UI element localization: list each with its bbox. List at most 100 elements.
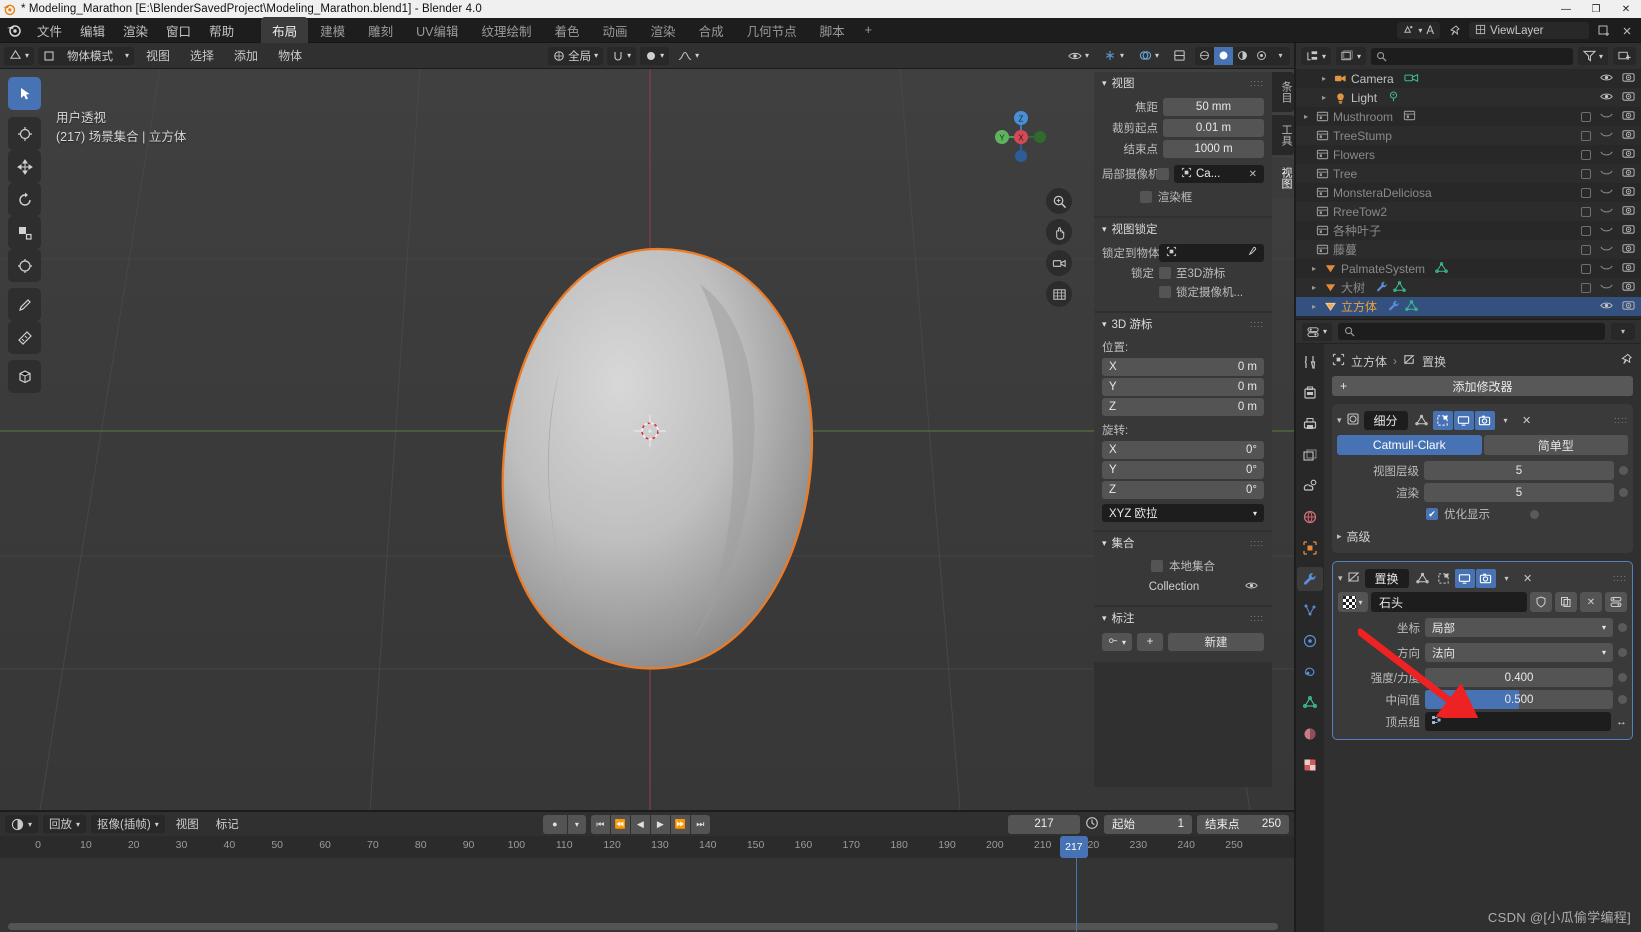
properties-tab-constraints[interactable] <box>1297 660 1323 684</box>
outliner-row-palmatesystem[interactable]: ▸ PalmateSystem <box>1296 259 1641 278</box>
subsurf-advanced-row[interactable]: ▸ 高级 <box>1337 528 1628 545</box>
exclude-collection-checkbox[interactable] <box>1581 130 1591 141</box>
algorithm-catmull-clark[interactable]: Catmull-Clark <box>1337 435 1482 455</box>
shading-mode-segment[interactable]: ▾ <box>1195 46 1290 65</box>
camera-data-icon[interactable] <box>1404 71 1419 87</box>
tool-scale[interactable] <box>8 216 41 249</box>
menu-render[interactable]: 渲染 <box>114 18 157 43</box>
clear-camera-icon[interactable]: ✕ <box>1249 169 1257 180</box>
midlevel-slider[interactable]: 0.500 <box>1425 690 1613 709</box>
tool-transform[interactable] <box>8 249 41 282</box>
disable-in-renders-icon[interactable] <box>1622 261 1635 276</box>
strength-field[interactable]: 0.400 <box>1425 668 1613 687</box>
workspace-tab-geometrynodes[interactable]: 几何节点 <box>736 17 808 44</box>
outliner-row-camera[interactable]: ▸ Camera <box>1296 69 1641 88</box>
collection-visibility-eye-icon[interactable] <box>1245 580 1258 594</box>
chevron-down-icon[interactable]: ▾ <box>1337 415 1342 426</box>
minimize-button[interactable]: — <box>1551 0 1581 18</box>
outliner-row-monsteradeliciosa[interactable]: MonsteraDeliciosa <box>1296 183 1641 202</box>
algorithm-simple[interactable]: 简单型 <box>1483 435 1628 455</box>
collection-data-icon[interactable] <box>1403 109 1416 125</box>
frame-start-field[interactable]: 起始 1 <box>1104 814 1192 834</box>
clip-end-field[interactable]: 1000 m <box>1163 140 1264 158</box>
modifier-delete-icon[interactable]: ✕ <box>1517 411 1537 430</box>
npanel-collections-header[interactable]: ▾ 集合 :::: <box>1094 532 1272 554</box>
mesh-data-icon[interactable] <box>1435 261 1448 277</box>
add-modifier-button[interactable]: + 添加修改器 <box>1332 376 1633 396</box>
disable-in-renders-icon[interactable] <box>1622 71 1635 86</box>
vertex-group-field[interactable] <box>1425 712 1611 731</box>
lock-camera-checkbox[interactable] <box>1159 286 1171 298</box>
outliner-row-大树[interactable]: ▸ 大树 <box>1296 278 1641 297</box>
npanel-annotations-header[interactable]: ▾ 标注 :::: <box>1094 607 1272 629</box>
npanel-view-header[interactable]: ▾ 视图 :::: <box>1094 72 1272 94</box>
hide-in-viewport-icon[interactable] <box>1600 281 1613 295</box>
menu-window[interactable]: 窗口 <box>157 18 200 43</box>
viewport-levels-field[interactable]: 5 <box>1424 461 1614 480</box>
window-controls[interactable]: — ❐ ✕ <box>1551 0 1641 18</box>
annotation-add-icon[interactable]: + <box>1137 633 1163 651</box>
exclude-collection-checkbox[interactable] <box>1581 111 1591 122</box>
outliner-row-light[interactable]: ▸ Light <box>1296 88 1641 107</box>
toggle-perspective-icon[interactable] <box>1046 281 1072 307</box>
disable-in-renders-icon[interactable] <box>1622 299 1635 314</box>
menu-file[interactable]: 文件 <box>28 18 71 43</box>
properties-options-chevron-icon[interactable]: ▾ <box>1611 323 1635 340</box>
properties-tab-scene[interactable] <box>1297 474 1323 498</box>
next-keyframe-icon[interactable]: ⏩ <box>670 814 690 834</box>
shading-solid-icon[interactable] <box>1214 46 1233 65</box>
hide-in-viewport-icon[interactable] <box>1600 110 1613 124</box>
exclude-collection-checkbox[interactable] <box>1581 187 1591 198</box>
workspace-tab-shading[interactable]: 着色 <box>544 17 591 44</box>
gizmo-toggle[interactable]: ▾ <box>1098 47 1129 65</box>
shading-rendered-icon[interactable] <box>1252 47 1271 65</box>
drag-grip-icon[interactable]: :::: <box>1250 78 1264 88</box>
disable-in-renders-icon[interactable] <box>1622 280 1635 295</box>
outliner-search-input[interactable] <box>1371 47 1573 65</box>
render-display-icon[interactable] <box>1475 568 1496 588</box>
npanel-tab-item[interactable]: 条目 <box>1272 72 1294 112</box>
lock-to-cursor-checkbox[interactable] <box>1159 267 1171 279</box>
camera-view-icon[interactable] <box>1046 250 1072 276</box>
outliner-new-collection-button[interactable] <box>1613 47 1636 65</box>
current-frame-field[interactable]: 217 <box>1008 814 1080 834</box>
render-display-icon[interactable] <box>1474 410 1495 430</box>
properties-tab-world[interactable] <box>1297 505 1323 529</box>
disclosure-triangle-icon[interactable]: ▸ <box>1312 264 1324 273</box>
cursor-location-y[interactable]: Y 0 m <box>1102 378 1264 396</box>
npanel-viewlock-header[interactable]: ▾ 视图锁定 <box>1094 218 1272 240</box>
workspace-tab-layout[interactable]: 布局 <box>261 16 309 44</box>
exclude-collection-checkbox[interactable] <box>1581 206 1591 217</box>
edit-mode-icon[interactable] <box>1434 569 1454 588</box>
disclosure-triangle-icon[interactable]: ▸ <box>1312 302 1324 311</box>
disable-in-renders-icon[interactable] <box>1622 223 1635 238</box>
hide-in-viewport-icon[interactable] <box>1600 167 1613 181</box>
edit-mode-cage-icon[interactable] <box>1413 569 1433 588</box>
timeline-menu-marker[interactable]: 标记 <box>210 815 245 833</box>
hide-in-viewport-icon[interactable] <box>1600 72 1613 86</box>
disable-in-renders-icon[interactable] <box>1622 204 1635 219</box>
local-camera-field[interactable]: Ca... ✕ <box>1174 165 1264 183</box>
properties-editor-type-selector[interactable]: ▾ <box>1302 322 1333 341</box>
visibility-selector[interactable]: ▾ <box>1063 47 1094 65</box>
outliner-filter-button[interactable]: ▾ <box>1577 47 1608 65</box>
auto-keying-chevron-icon[interactable]: ▾ <box>567 814 586 834</box>
collection-entry-row[interactable]: Collection <box>1102 580 1264 594</box>
overlays-toggle[interactable]: ▾ <box>1133 47 1164 65</box>
properties-tab-modifier[interactable] <box>1297 567 1323 591</box>
move-view-icon[interactable] <box>1046 219 1072 245</box>
drag-grip-icon[interactable]: :::: <box>1614 415 1628 425</box>
animate-property-dot[interactable] <box>1618 623 1627 632</box>
transform-orientation-selector[interactable]: 全局 ▾ <box>548 46 604 65</box>
breadcrumb-modifier-name[interactable]: 置换 <box>1422 353 1446 370</box>
workspace-tab-modeling[interactable]: 建模 <box>309 17 356 44</box>
timeline-keyframe-area[interactable] <box>0 858 1294 932</box>
direction-dropdown[interactable]: 法向 ▾ <box>1425 643 1613 662</box>
cursor-rotation-x[interactable]: X 0° <box>1102 441 1264 459</box>
zoom-view-icon[interactable] <box>1046 188 1072 214</box>
cursor-location-x[interactable]: X 0 m <box>1102 358 1264 376</box>
properties-tab-data[interactable] <box>1297 691 1323 715</box>
texture-browse-button[interactable]: ▾ <box>1338 592 1368 612</box>
cursor-rotation-z[interactable]: Z 0° <box>1102 481 1264 499</box>
cursor-rotation-y[interactable]: Y 0° <box>1102 461 1264 479</box>
